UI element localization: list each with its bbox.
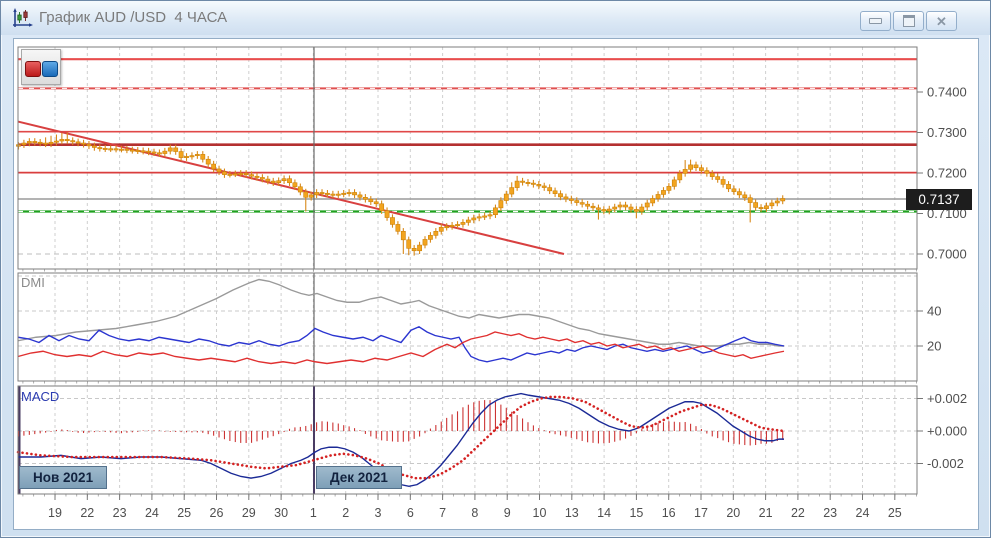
x-axis-label: 1 bbox=[310, 506, 317, 520]
x-axis-label: 2 bbox=[342, 506, 349, 520]
x-axis-label: 26 bbox=[210, 506, 224, 520]
dmi-panel-bg bbox=[18, 273, 917, 381]
x-axis-label: 16 bbox=[662, 506, 676, 520]
x-axis-label: 9 bbox=[504, 506, 511, 520]
x-axis-label: 29 bbox=[242, 506, 256, 520]
x-axis-label: 17 bbox=[694, 506, 708, 520]
x-axis-label: 6 bbox=[407, 506, 414, 520]
price-axis-label: 0.7200 bbox=[927, 166, 967, 181]
x-axis-label: 10 bbox=[533, 506, 547, 520]
macd-axis-label: +0.002 bbox=[927, 391, 967, 406]
month-badge-dec: Дек 2021 bbox=[316, 466, 402, 489]
x-axis-label: 23 bbox=[113, 506, 127, 520]
x-axis-label: 24 bbox=[145, 506, 159, 520]
x-axis-labels: 19 22 23 24 25 26 29 30 1 2 3 6 7 8 9 10 13 14 15 16 17 20 21 2… bbox=[48, 506, 902, 520]
macd-axis-label: -0.002 bbox=[927, 456, 964, 471]
macd-axis-label: +0.000 bbox=[927, 424, 967, 439]
x-axis-label: 7 bbox=[439, 506, 446, 520]
x-axis-label: 8 bbox=[471, 506, 478, 520]
price-axis-label: 0.7000 bbox=[927, 247, 967, 262]
x-axis-label: 23 bbox=[823, 506, 837, 520]
month-badge-nov: Нов 2021 bbox=[19, 466, 108, 489]
x-axis-label: 25 bbox=[888, 506, 902, 520]
x-axis-label: 3 bbox=[375, 506, 382, 520]
series-toolbar bbox=[21, 49, 61, 85]
dmi-panel-title: DMI bbox=[21, 275, 45, 290]
x-axis-label: 14 bbox=[597, 506, 611, 520]
price-axis-label: 0.7400 bbox=[927, 85, 967, 100]
macd-panel-title: MACD bbox=[21, 389, 60, 404]
dmi-axis-label: 40 bbox=[927, 304, 941, 319]
x-axis-label: 22 bbox=[791, 506, 805, 520]
x-axis-label: 19 bbox=[48, 506, 62, 520]
dmi-axis-label: 20 bbox=[927, 339, 941, 354]
red-series-button[interactable] bbox=[25, 61, 41, 77]
x-axis-label: 24 bbox=[856, 506, 870, 520]
main-panel-bg bbox=[18, 47, 917, 269]
current-price-badge: 0.7137 bbox=[906, 188, 972, 210]
macd-panel-bg bbox=[18, 386, 917, 494]
x-axis-label: 13 bbox=[565, 506, 579, 520]
chart-window: График AUD /USD 4 ЧАСА ✕ 0.7400 0.7300 0.7… bbox=[0, 0, 991, 538]
x-axis-label: 21 bbox=[759, 506, 773, 520]
x-axis-label: 15 bbox=[629, 506, 643, 520]
price-axis-label: 0.7300 bbox=[927, 125, 967, 140]
x-axis-label: 20 bbox=[726, 506, 740, 520]
chart-canvas[interactable]: 0.74000.73000.72000.71000.70004020+0.002… bbox=[1, 1, 990, 537]
x-axis-label: 25 bbox=[177, 506, 191, 520]
x-axis-label: 22 bbox=[80, 506, 94, 520]
blue-series-button[interactable] bbox=[42, 61, 58, 77]
x-axis-label: 30 bbox=[274, 506, 288, 520]
